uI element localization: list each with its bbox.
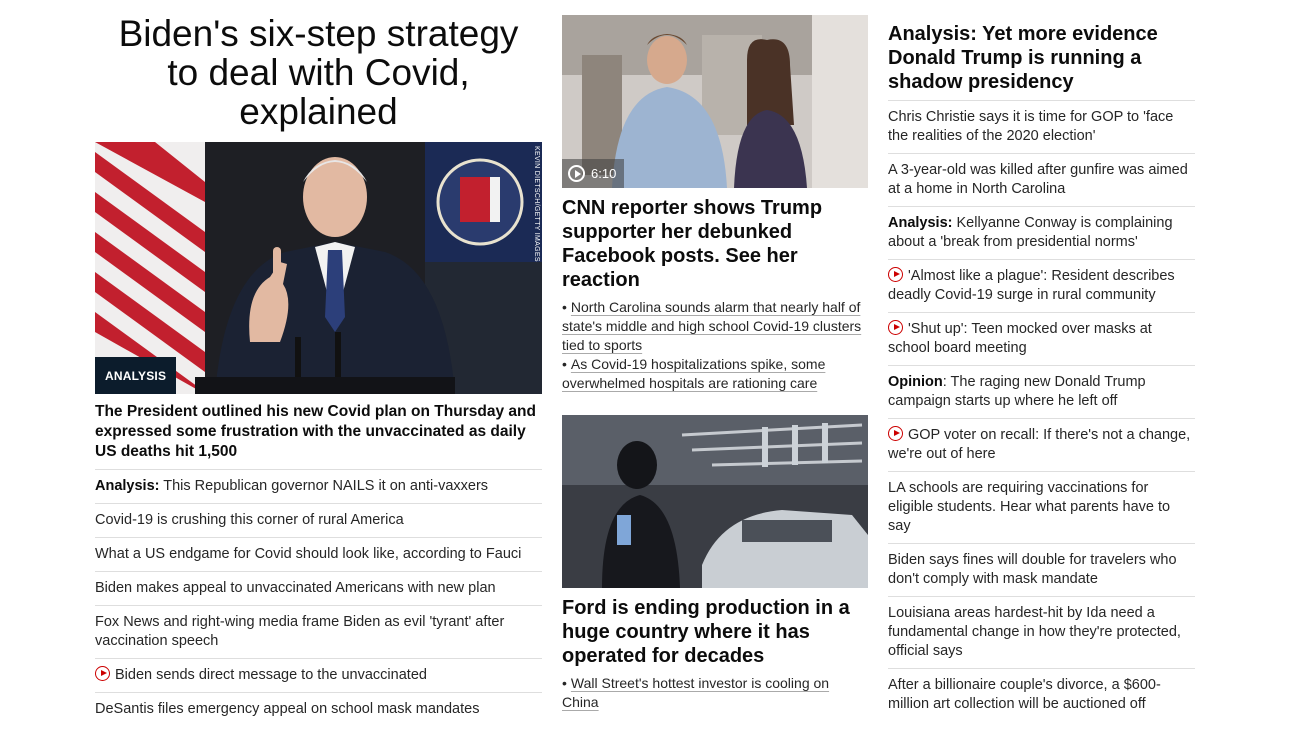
right-story-list: Chris Christie says it is time for GOP t… bbox=[888, 101, 1195, 721]
list-item[interactable]: Analysis: This Republican governor NAILS… bbox=[95, 470, 542, 504]
lead-headline-line[interactable]: to deal with Covid, bbox=[95, 53, 542, 92]
reporter-video-thumbnail[interactable]: 6:10 bbox=[562, 15, 868, 188]
list-item[interactable]: • Wall Street's hottest investor is cooli… bbox=[562, 674, 868, 712]
story-text[interactable]: A 3-year-old was killed after gunfire wa… bbox=[888, 162, 1188, 197]
lead-headline-line[interactable]: Biden's six-step strategy bbox=[95, 14, 542, 53]
analysis-badge: ANALYSIS bbox=[95, 357, 177, 394]
right-column: Analysis: Yet more evidence Donald Trump… bbox=[888, 0, 1195, 721]
story-prefix: Analysis: bbox=[95, 478, 160, 494]
list-item[interactable]: GOP voter on recall: If there's not a ch… bbox=[888, 419, 1195, 472]
story-text[interactable]: Covid-19 is crushing this corner of rura… bbox=[95, 512, 404, 528]
video-play-icon bbox=[888, 426, 903, 441]
list-item[interactable]: Biden says fines will double for travele… bbox=[888, 544, 1195, 597]
list-item[interactable]: Louisiana areas hardest-hit by Ida need … bbox=[888, 597, 1195, 669]
lead-column: Biden's six-step strategy to deal with C… bbox=[95, 0, 542, 726]
list-item[interactable]: After a billionaire couple's divorce, a … bbox=[888, 669, 1195, 721]
story-prefix: Analysis: bbox=[888, 215, 953, 231]
list-item[interactable]: • North Carolina sounds alarm that nearly… bbox=[562, 298, 868, 355]
card-title[interactable]: CNN reporter shows Trump supporter her d… bbox=[562, 188, 868, 292]
story-text[interactable]: This Republican governor NAILS it on ant… bbox=[163, 478, 488, 494]
video-duration: 6:10 bbox=[591, 166, 617, 181]
lead-story-list: Analysis: This Republican governor NAILS… bbox=[95, 470, 542, 726]
related-link[interactable]: Wall Street's hottest investor is coolin… bbox=[562, 675, 829, 710]
story-text[interactable]: LA schools are requiring vaccinations fo… bbox=[888, 480, 1170, 534]
list-item[interactable]: Fox News and right-wing media frame Bide… bbox=[95, 606, 542, 659]
video-play-icon bbox=[888, 320, 903, 335]
story-text[interactable]: Biden makes appeal to unvaccinated Ameri… bbox=[95, 580, 496, 596]
story-text[interactable]: 'Almost like a plague': Resident describ… bbox=[888, 268, 1175, 303]
play-icon bbox=[568, 165, 585, 182]
story-text[interactable]: What a US endgame for Covid should look … bbox=[95, 546, 521, 562]
list-item[interactable]: What a US endgame for Covid should look … bbox=[95, 538, 542, 572]
lead-photo[interactable]: ANALYSIS KEVIN DIETSCH/GETTY IMAGES bbox=[95, 142, 542, 394]
list-item[interactable]: DeSantis files emergency appeal on schoo… bbox=[95, 693, 542, 726]
story-text[interactable]: Fox News and right-wing media frame Bide… bbox=[95, 614, 504, 649]
list-item[interactable]: Biden sends direct message to the unvacc… bbox=[95, 659, 542, 693]
story-text[interactable]: 'Shut up': Teen mocked over masks at sch… bbox=[888, 321, 1152, 356]
list-item[interactable]: Biden makes appeal to unvaccinated Ameri… bbox=[95, 572, 542, 606]
video-duration-badge[interactable]: 6:10 bbox=[562, 159, 625, 188]
story-text[interactable]: After a billionaire couple's divorce, a … bbox=[888, 677, 1161, 712]
middle-column: 6:10 CNN reporter shows Trump supporter … bbox=[562, 0, 868, 712]
list-item[interactable]: 'Shut up': Teen mocked over masks at sch… bbox=[888, 313, 1195, 366]
list-item[interactable]: Chris Christie says it is time for GOP t… bbox=[888, 101, 1195, 154]
story-text[interactable]: Chris Christie says it is time for GOP t… bbox=[888, 109, 1173, 144]
list-item[interactable]: 'Almost like a plague': Resident describ… bbox=[888, 260, 1195, 313]
ford-photo[interactable] bbox=[562, 415, 868, 588]
card-title[interactable]: Ford is ending production in a huge coun… bbox=[562, 588, 868, 668]
card-related-links: • North Carolina sounds alarm that nearly… bbox=[562, 292, 868, 393]
lead-headline[interactable]: Biden's six-step strategy to deal with C… bbox=[95, 0, 542, 142]
story-text[interactable]: GOP voter on recall: If there's not a ch… bbox=[888, 427, 1190, 462]
list-item[interactable]: LA schools are requiring vaccinations fo… bbox=[888, 472, 1195, 544]
list-item[interactable]: A 3-year-old was killed after gunfire wa… bbox=[888, 154, 1195, 207]
story-text[interactable]: Biden says fines will double for travele… bbox=[888, 552, 1177, 587]
list-item[interactable]: Opinion: The raging new Donald Trump cam… bbox=[888, 366, 1195, 419]
story-text[interactable]: Louisiana areas hardest-hit by Ida need … bbox=[888, 605, 1181, 659]
story-prefix: Opinion bbox=[888, 374, 943, 390]
video-play-icon bbox=[95, 666, 110, 681]
photo-credit: KEVIN DIETSCH/GETTY IMAGES bbox=[533, 146, 540, 262]
lead-dek[interactable]: The President outlined his new Covid pla… bbox=[95, 394, 542, 470]
related-link[interactable]: North Carolina sounds alarm that nearly … bbox=[562, 299, 861, 353]
list-item[interactable]: Covid-19 is crushing this corner of rura… bbox=[95, 504, 542, 538]
card-related-links: • Wall Street's hottest investor is cooli… bbox=[562, 668, 868, 712]
list-item[interactable]: Analysis: Kellyanne Conway is complainin… bbox=[888, 207, 1195, 260]
related-link[interactable]: As Covid-19 hospitalizations spike, some… bbox=[562, 356, 825, 391]
story-text[interactable]: Biden sends direct message to the unvacc… bbox=[115, 667, 427, 683]
story-text[interactable]: DeSantis files emergency appeal on schoo… bbox=[95, 701, 479, 717]
video-play-icon bbox=[888, 267, 903, 282]
list-item[interactable]: • As Covid-19 hospitalizations spike, som… bbox=[562, 355, 868, 393]
lead-headline-line[interactable]: explained bbox=[95, 92, 542, 131]
car-factory-photo bbox=[562, 415, 868, 588]
right-headline[interactable]: Analysis: Yet more evidence Donald Trump… bbox=[888, 0, 1195, 101]
